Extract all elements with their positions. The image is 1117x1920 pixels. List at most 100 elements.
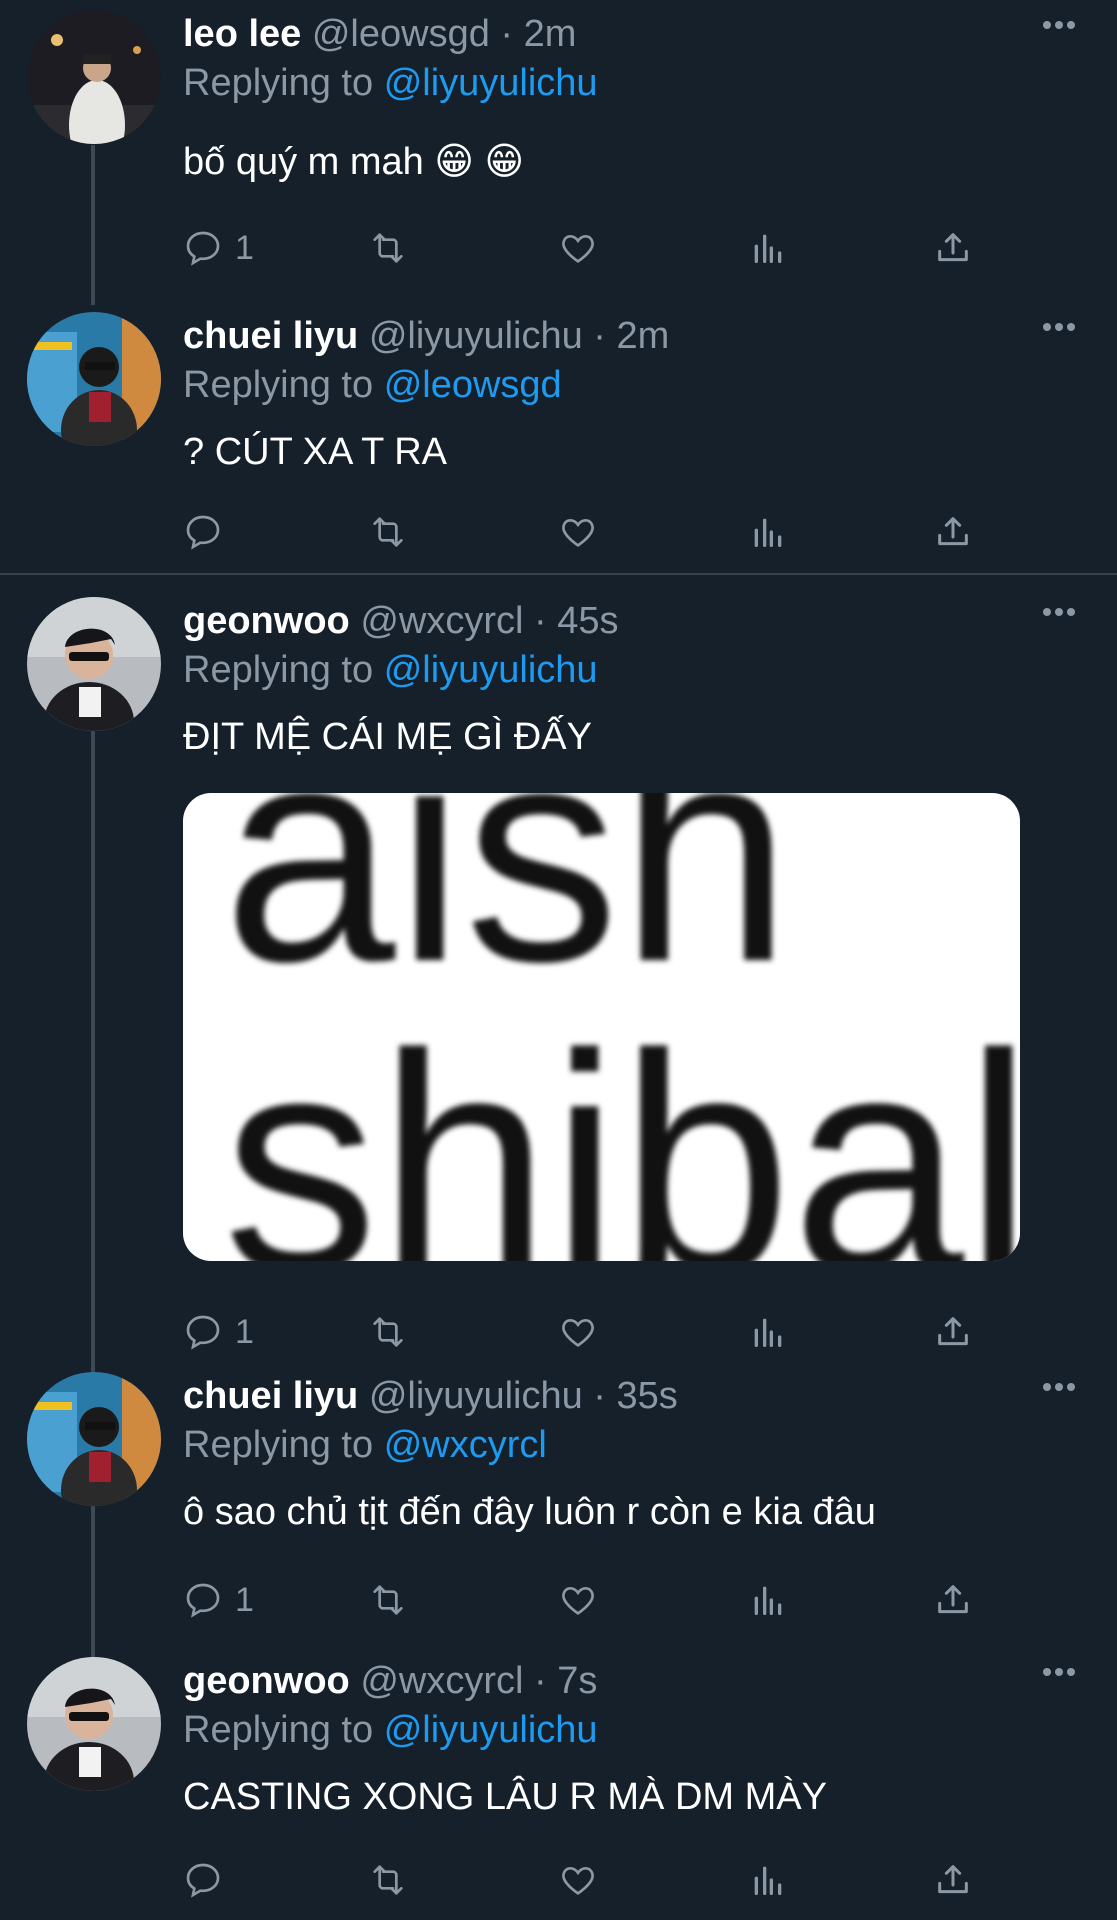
timestamp[interactable]: 35s <box>617 1375 678 1417</box>
tweet[interactable]: chuei liyu @liyuyulichu · 2m Replying to… <box>0 302 1117 572</box>
views-button[interactable] <box>748 507 788 557</box>
mention-link[interactable]: @liyuyulichu <box>384 649 598 691</box>
media-text-line-2: shibal <box>223 989 1020 1262</box>
user-handle[interactable]: @wxcyrcl <box>360 1660 523 1702</box>
share-button[interactable] <box>933 1575 973 1625</box>
tweet-header: chuei liyu @liyuyulichu · 35s <box>183 1372 678 1420</box>
more-icon[interactable] <box>1041 320 1077 338</box>
mention-link[interactable]: @liyuyulichu <box>384 62 598 104</box>
timestamp[interactable]: 2m <box>524 13 577 55</box>
reply-icon <box>186 515 220 550</box>
like-button[interactable] <box>558 1307 598 1357</box>
avatar[interactable] <box>27 10 161 144</box>
user-handle[interactable]: @liyuyulichu <box>369 315 583 357</box>
like-icon <box>562 518 594 547</box>
action-bar: 1 <box>183 1307 983 1357</box>
tweet-header: geonwoo @wxcyrcl · 45s <box>183 597 619 645</box>
retweet-button[interactable] <box>368 223 408 273</box>
views-button[interactable] <box>748 223 788 273</box>
share-icon <box>938 1865 968 1894</box>
retweet-button[interactable] <box>368 507 408 557</box>
replying-label: Replying to <box>183 1424 374 1466</box>
user-handle[interactable]: @liyuyulichu <box>369 1375 583 1417</box>
separator-dot: · <box>593 1375 606 1417</box>
display-name[interactable]: geonwoo <box>183 600 350 642</box>
media-text-line-1: aish <box>223 793 792 1026</box>
timestamp[interactable]: 7s <box>557 1660 597 1702</box>
like-button[interactable] <box>558 1575 598 1625</box>
reply-button[interactable]: 1 <box>183 223 254 273</box>
mention-link[interactable]: @leowsgd <box>384 364 562 406</box>
views-button[interactable] <box>748 1855 788 1905</box>
tweet-text: bố quý m mah 😁 😁 <box>183 141 525 183</box>
tweet[interactable]: geonwoo @wxcyrcl · 7s Replying to @liyuy… <box>0 1647 1117 1920</box>
tweet-media-image[interactable]: aish shibal <box>183 793 1020 1261</box>
action-bar: 1 <box>183 1575 983 1625</box>
views-icon <box>754 234 782 263</box>
share-button[interactable] <box>933 223 973 273</box>
action-bar: 1 <box>183 223 983 273</box>
mention-link[interactable]: @liyuyulichu <box>384 1709 598 1751</box>
display-name[interactable]: geonwoo <box>183 1660 350 1702</box>
user-handle[interactable]: @wxcyrcl <box>360 600 523 642</box>
separator-dot: · <box>534 1660 547 1702</box>
display-name[interactable]: leo lee <box>183 13 301 55</box>
like-button[interactable] <box>558 1855 598 1905</box>
retweet-button[interactable] <box>368 1307 408 1357</box>
like-button[interactable] <box>558 507 598 557</box>
reply-button[interactable]: 1 <box>183 1575 254 1625</box>
retweet-icon <box>373 1585 403 1615</box>
more-icon[interactable] <box>1041 1380 1077 1398</box>
separator-dot: · <box>534 600 547 642</box>
tweet[interactable]: chuei liyu @liyuyulichu · 35s Replying t… <box>0 1362 1117 1642</box>
display-name[interactable]: chuei liyu <box>183 1375 358 1417</box>
more-icon[interactable] <box>1041 1665 1077 1683</box>
like-icon <box>562 234 594 263</box>
tweet-header: leo lee @leowsgd · 2m <box>183 10 576 58</box>
share-button[interactable] <box>933 1855 973 1905</box>
share-icon <box>938 1317 968 1346</box>
avatar[interactable] <box>27 1657 161 1791</box>
share-icon <box>938 517 968 546</box>
like-icon <box>562 1866 594 1895</box>
retweet-icon <box>373 1865 403 1895</box>
tweet-text: CASTING XONG LÂU R MÀ DM MÀY <box>183 1776 827 1818</box>
replying-label: Replying to <box>183 62 374 104</box>
share-icon <box>938 233 968 262</box>
reply-button[interactable] <box>183 507 235 557</box>
tweet-header: chuei liyu @liyuyulichu · 2m <box>183 312 669 360</box>
mention-link[interactable]: @wxcyrcl <box>384 1424 547 1466</box>
views-icon <box>754 1866 782 1895</box>
reply-icon <box>186 231 220 266</box>
share-button[interactable] <box>933 507 973 557</box>
views-icon <box>754 1318 782 1347</box>
tweet[interactable]: leo lee @leowsgd · 2m Replying to @liyuy… <box>0 0 1117 300</box>
more-icon[interactable] <box>1041 605 1077 623</box>
separator-dot: · <box>593 315 606 357</box>
avatar[interactable] <box>27 1372 161 1506</box>
replying-label: Replying to <box>183 364 374 406</box>
share-button[interactable] <box>933 1307 973 1357</box>
thread-divider <box>0 573 1117 575</box>
avatar[interactable] <box>27 312 161 446</box>
retweet-button[interactable] <box>368 1575 408 1625</box>
reply-button[interactable]: 1 <box>183 1307 254 1357</box>
more-icon[interactable] <box>1041 18 1077 36</box>
user-handle[interactable]: @leowsgd <box>312 13 490 55</box>
tweet-header: geonwoo @wxcyrcl · 7s <box>183 1657 597 1705</box>
reply-icon <box>186 1863 220 1898</box>
avatar[interactable] <box>27 597 161 731</box>
retweet-button[interactable] <box>368 1855 408 1905</box>
tweet-text: ? CÚT XA T RA <box>183 431 447 473</box>
views-icon <box>754 1586 782 1615</box>
views-button[interactable] <box>748 1575 788 1625</box>
views-button[interactable] <box>748 1307 788 1357</box>
display-name[interactable]: chuei liyu <box>183 315 358 357</box>
timestamp[interactable]: 2m <box>617 315 670 357</box>
like-button[interactable] <box>558 223 598 273</box>
retweet-icon <box>373 1317 403 1347</box>
reply-button[interactable] <box>183 1855 235 1905</box>
timestamp[interactable]: 45s <box>557 600 618 642</box>
views-icon <box>754 518 782 547</box>
replying-to: Replying to @wxcyrcl <box>183 1420 547 1470</box>
